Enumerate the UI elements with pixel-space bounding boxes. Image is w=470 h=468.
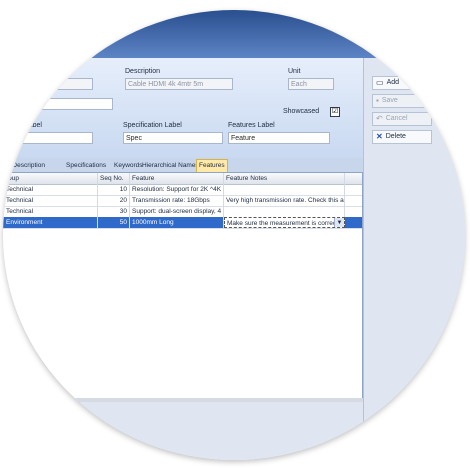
delete-button[interactable]: ✕ Delete [372, 130, 432, 144]
row-seq[interactable]: 50 [98, 217, 130, 228]
delete-icon: ✕ [376, 132, 383, 141]
showcased-label: Showcased [283, 108, 320, 115]
row-notes[interactable] [224, 184, 345, 195]
add-icon: ▭ [376, 78, 384, 87]
features-label-field[interactable]: Feature [228, 132, 330, 144]
row-feature[interactable]: 1000mm Long [130, 217, 224, 228]
tab-specifications[interactable]: Specifications [64, 160, 108, 172]
specification-label-field[interactable]: Spec [123, 132, 223, 144]
row-group[interactable]: Technical [4, 184, 98, 195]
column-header-feature[interactable]: Feature [130, 173, 224, 184]
action-sidebar: ▭ Add ▪ Save ↶ Cancel ✕ Delete [363, 58, 465, 460]
tab-strip: g Description Specifications Keywords Hi… [3, 158, 363, 173]
dropdown-arrow-icon[interactable]: ▼ [334, 218, 344, 227]
row-feature[interactable]: Support: dual-screen display, 4 aud [130, 206, 224, 217]
description-field[interactable]: Cable HDMI 4k 4mtr 5m [125, 78, 233, 90]
row-notes[interactable] [224, 206, 345, 217]
application-window: Description Cable HDMI 4k 4mtr 5m Unit E… [3, 10, 465, 460]
save-button-label: Save [381, 97, 398, 104]
tab-description[interactable]: g Description [5, 160, 47, 172]
title-bar [3, 10, 465, 58]
row-feature[interactable]: Transmission rate: 18Gbps [130, 195, 224, 206]
add-button-label: Add [386, 79, 400, 86]
row-seq[interactable]: 20 [98, 195, 130, 206]
row-feature[interactable]: Resolution: Support for 2K ^4K [130, 184, 224, 195]
footer-area [3, 402, 363, 460]
row-group[interactable]: Technical [4, 206, 98, 217]
row-seq[interactable]: 10 [98, 184, 130, 195]
row-group[interactable]: Technical [4, 195, 98, 206]
cancel-button-label: Cancel [385, 115, 408, 122]
add-button[interactable]: ▭ Add [372, 76, 432, 90]
unit-field[interactable]: Each [288, 78, 334, 90]
undo-icon: ↶ [376, 114, 383, 123]
cancel-button[interactable]: ↶ Cancel [372, 112, 432, 126]
display-label-field[interactable] [3, 132, 93, 144]
column-header-notes[interactable]: Feature Notes [224, 173, 345, 184]
showcased-checkbox[interactable]: ☑ [330, 107, 340, 117]
tab-features[interactable]: Features [196, 159, 228, 172]
row-group[interactable]: Environment [4, 217, 98, 228]
row-seq[interactable]: 30 [98, 206, 130, 217]
row-notes-editor[interactable]: Make sure the measurement is correct ▼ [224, 217, 345, 228]
tab-hierarchical-names[interactable]: Hierarchical Names [140, 160, 201, 172]
column-header-group[interactable]: roup [4, 173, 98, 184]
features-grid: roup Seq No. Feature Feature Notes Techn… [3, 172, 363, 402]
row-notes: Make sure the measurement is correct [227, 220, 338, 227]
features-label-label: Features Label [228, 122, 275, 129]
magnifier-lens: Description Cable HDMI 4k 4mtr 5m Unit E… [3, 10, 465, 460]
delete-button-label: Delete [385, 133, 406, 140]
unit-label: Unit [288, 68, 301, 75]
table-row-selected[interactable]: ▶ Environment 50 1000mm Long Make sure t… [3, 217, 362, 229]
save-icon: ▪ [376, 96, 379, 105]
description-label: Description [125, 68, 161, 75]
row-notes[interactable]: Very high transmission rate. Check this … [224, 195, 345, 206]
specification-label-label: Specification Label [123, 122, 182, 129]
display-label-label: isplay Label [5, 122, 42, 129]
name-field[interactable] [3, 98, 113, 110]
column-header-seq[interactable]: Seq No. [98, 173, 130, 184]
save-button[interactable]: ▪ Save [372, 94, 432, 108]
code-field[interactable] [3, 78, 93, 90]
product-form: Description Cable HDMI 4k 4mtr 5m Unit E… [3, 58, 363, 158]
